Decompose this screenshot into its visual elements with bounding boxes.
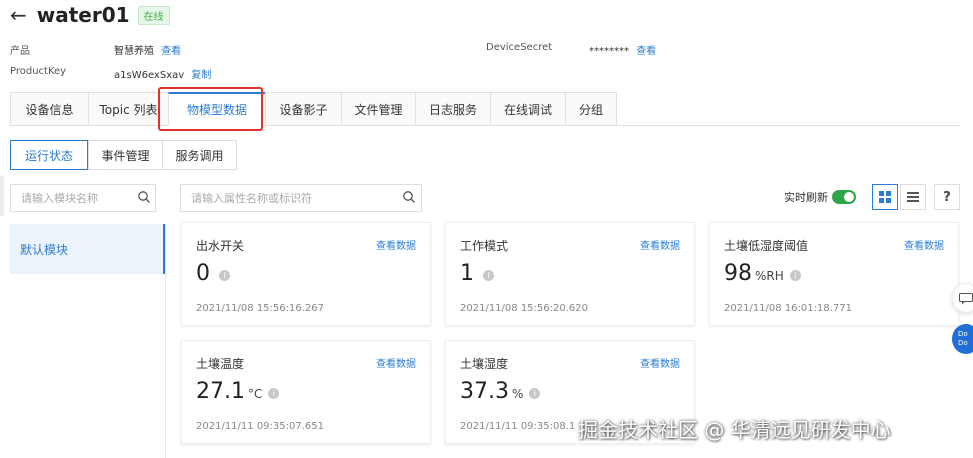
property-card: 土壤低湿度阈值 查看数据 98 %RH i 2021/11/08 16:01:18.… <box>709 222 959 326</box>
devicesecret-view-link[interactable]: 查看 <box>636 46 656 57</box>
watermark-text: 掘金技术社区 @ 华清远见研发中心 <box>578 418 891 442</box>
tab-device-shadow[interactable]: 设备影子 <box>265 92 341 126</box>
card-timestamp: 2021/11/11 09:35:07.651 <box>196 421 324 432</box>
list-view-button[interactable] <box>900 184 926 210</box>
back-arrow-icon[interactable]: ← <box>10 5 27 25</box>
tab-group[interactable]: 分组 <box>565 92 617 126</box>
sidebar-item-default-module[interactable]: 默认模块 <box>10 224 165 274</box>
card-value: 37.3 <box>460 379 509 404</box>
card-unit: % <box>511 387 524 401</box>
view-data-link[interactable]: 查看数据 <box>640 237 680 252</box>
info-icon[interactable]: i <box>483 270 494 281</box>
assistant-float-button[interactable]: Do Do <box>952 324 973 354</box>
page-title: water01 <box>36 3 130 27</box>
subtab-event-management[interactable]: 事件管理 <box>88 140 162 170</box>
view-data-link[interactable]: 查看数据 <box>376 355 416 370</box>
product-label: 产品 <box>10 46 30 57</box>
productkey-copy-link[interactable]: 复制 <box>191 70 211 81</box>
subtab-running-status[interactable]: 运行状态 <box>10 140 88 170</box>
info-icon[interactable]: i <box>529 388 541 399</box>
main-tabs: 设备信息 Topic 列表 物模型数据 设备影子 文件管理 日志服务 在线调试 … <box>10 92 960 126</box>
search-icon[interactable] <box>137 190 151 204</box>
card-title: 土壤低湿度阈值 <box>724 239 809 253</box>
property-search-input[interactable]: 请输入属性名称或标识符 <box>180 184 422 212</box>
productkey-label: ProductKey <box>10 66 67 77</box>
card-timestamp: 2021/11/11 09:35:08.1 <box>460 421 576 432</box>
chat-float-button[interactable] <box>952 283 973 313</box>
card-title: 出水开关 <box>196 239 245 253</box>
card-unit: %RH <box>755 269 784 283</box>
grid-icon <box>879 191 891 203</box>
card-value: 27.1 <box>196 379 245 404</box>
tab-log-service[interactable]: 日志服务 <box>415 92 490 126</box>
help-button[interactable]: ? <box>934 184 960 210</box>
productkey-value: a1sW6exSxav <box>114 70 185 81</box>
view-data-link[interactable]: 查看数据 <box>904 237 944 252</box>
module-search-input[interactable]: 请输入模块名称 <box>10 184 156 212</box>
page-header: ← water01 在线 <box>10 0 170 30</box>
info-icon[interactable]: i <box>219 270 230 281</box>
property-card: 出水开关 查看数据 0i 2021/11/08 15:56:16.267 <box>181 222 431 326</box>
property-card: 工作模式 查看数据 1i 2021/11/08 15:56:20.620 <box>445 222 695 326</box>
search-icon[interactable] <box>402 190 416 204</box>
tab-thing-model-data[interactable]: 物模型数据 <box>168 92 265 126</box>
card-title: 土壤湿度 <box>460 357 509 371</box>
list-icon <box>907 192 919 202</box>
tab-topic-list[interactable]: Topic 列表 <box>88 92 168 126</box>
card-unit: °C <box>247 387 263 401</box>
card-value: 1 <box>460 261 474 286</box>
realtime-refresh-toggle[interactable] <box>832 190 856 204</box>
status-badge: 在线 <box>137 5 170 25</box>
card-title: 土壤温度 <box>196 357 245 371</box>
devicesecret-info: ******** 查看 <box>589 42 656 57</box>
module-sidebar: 默认模块 <box>10 224 166 458</box>
info-icon[interactable]: i <box>789 270 801 281</box>
view-data-link[interactable]: 查看数据 <box>640 355 680 370</box>
card-value: 0 <box>196 261 210 286</box>
productkey-info: a1sW6exSxav 复制 <box>114 66 211 81</box>
devicesecret-value: ******** <box>589 46 629 57</box>
tab-file-management[interactable]: 文件管理 <box>341 92 415 126</box>
card-value: 98 <box>724 261 752 286</box>
product-view-link[interactable]: 查看 <box>161 46 181 57</box>
property-card: 土壤温度 查看数据 27.1 °C i 2021/11/11 09:35:07.65… <box>181 340 431 444</box>
realtime-refresh-label: 实时刷新 <box>784 191 828 204</box>
product-value: 智慧养殖 <box>114 46 154 57</box>
grid-view-button[interactable] <box>872 184 898 210</box>
view-data-link[interactable]: 查看数据 <box>376 237 416 252</box>
tab-online-debug[interactable]: 在线调试 <box>490 92 565 126</box>
info-icon[interactable]: i <box>268 388 280 399</box>
devicesecret-label: DeviceSecret <box>486 42 553 53</box>
card-timestamp: 2021/11/08 15:56:16.267 <box>196 303 324 314</box>
subtab-service-call[interactable]: 服务调用 <box>162 140 237 170</box>
sub-tabs: 运行状态 事件管理 服务调用 <box>10 140 237 170</box>
card-title: 工作模式 <box>460 239 509 253</box>
chat-icon <box>959 293 973 305</box>
card-timestamp: 2021/11/08 16:01:18.771 <box>724 303 852 314</box>
collapse-handle[interactable] <box>0 176 4 216</box>
card-timestamp: 2021/11/08 15:56:20.620 <box>460 303 588 314</box>
tab-device-info[interactable]: 设备信息 <box>10 92 88 126</box>
product-info: 智慧养殖 查看 <box>114 42 181 57</box>
